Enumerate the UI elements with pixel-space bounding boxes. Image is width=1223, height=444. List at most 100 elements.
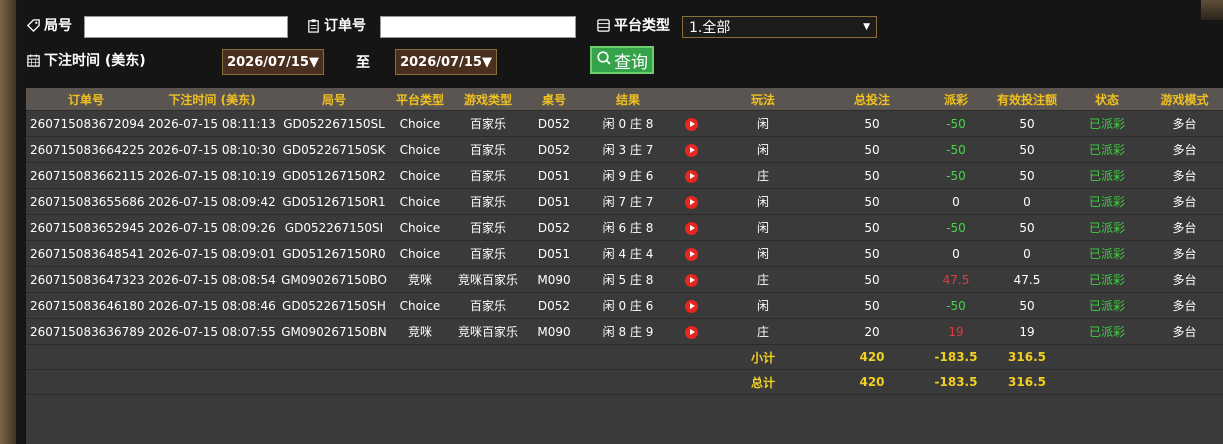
play-type-cell: 庄	[708, 318, 818, 345]
table-number-cell: D052	[526, 110, 582, 137]
dropdown-arrow-icon: ▼	[863, 22, 870, 32]
empty-cell	[582, 369, 674, 395]
round-input[interactable]	[84, 16, 288, 38]
game-type-cell: 百家乐	[450, 292, 526, 319]
play-video-icon[interactable]	[684, 273, 698, 287]
table-row[interactable]: 260715083662115 2026-07-15 08:10:19 GD0512…	[26, 162, 1223, 189]
status-cell: 已派彩	[1068, 266, 1146, 293]
payout-cell: 47.5	[926, 266, 986, 293]
order-input[interactable]	[380, 16, 576, 38]
table-row[interactable]: 260715083646180 2026-07-15 08:08:46 GD0522…	[26, 292, 1223, 319]
play-video-icon[interactable]	[684, 117, 698, 131]
game-type-cell: 竞咪百家乐	[450, 266, 526, 293]
status-cell: 已派彩	[1068, 292, 1146, 319]
video-cell	[674, 266, 708, 293]
total-bet-cell: 50	[818, 240, 926, 267]
play-type-cell: 庄	[708, 162, 818, 189]
header-col-result: 结果	[582, 88, 674, 111]
left-frame-gap	[16, 0, 22, 444]
round-number-cell: GD052267150SK	[278, 136, 390, 163]
platform-label-text: 平台类型	[614, 18, 670, 34]
payout-cell: -50	[926, 292, 986, 319]
video-cell	[674, 162, 708, 189]
empty-cell	[450, 344, 526, 370]
table-row[interactable]: 260715083672094 2026-07-15 08:11:13 GD0522…	[26, 110, 1223, 137]
play-video-icon[interactable]	[684, 143, 698, 157]
empty-cell	[26, 369, 146, 395]
round-label-text: 局号	[44, 18, 72, 34]
table-row[interactable]: 260715083648541 2026-07-15 08:09:01 GD0512…	[26, 240, 1223, 267]
date-from-picker[interactable]: 2026/07/15▼	[222, 49, 324, 75]
play-video-icon[interactable]	[684, 169, 698, 183]
table-row[interactable]: 260715083652945 2026-07-15 08:09:26 GD0522…	[26, 214, 1223, 241]
platform-cell: Choice	[390, 214, 450, 241]
game-type-cell: 百家乐	[450, 214, 526, 241]
payout-cell: 0	[926, 188, 986, 215]
round-filter-label: 局号	[26, 15, 72, 35]
play-video-icon[interactable]	[684, 247, 698, 261]
result-cell: 闲 0 庄 6	[582, 292, 674, 319]
game-type-cell: 百家乐	[450, 136, 526, 163]
subtotal-row-total-bet: 420	[818, 344, 926, 370]
video-cell	[674, 188, 708, 215]
empty-cell	[582, 344, 674, 370]
game-mode-cell: 多台	[1146, 292, 1223, 319]
database-icon	[596, 18, 611, 33]
empty-cell	[390, 344, 450, 370]
table-row[interactable]: 260715083655686 2026-07-15 08:09:42 GD0512…	[26, 188, 1223, 215]
bet-time-cell: 2026-07-15 08:10:19	[146, 162, 278, 189]
header-col-status: 状态	[1068, 88, 1146, 111]
query-button[interactable]: 查询	[590, 46, 654, 74]
platform-cell: Choice	[390, 110, 450, 137]
play-type-cell: 闲	[708, 292, 818, 319]
header-col-table-no: 桌号	[526, 88, 582, 111]
video-cell	[674, 214, 708, 241]
round-number-cell: GD051267150R1	[278, 188, 390, 215]
table-number-cell: M090	[526, 266, 582, 293]
table-row[interactable]: 260715083647323 2026-07-15 08:08:54 GM0902…	[26, 266, 1223, 293]
play-video-icon[interactable]	[684, 221, 698, 235]
empty-cell	[1068, 369, 1146, 395]
valid-bet-cell: 19	[986, 318, 1068, 345]
platform-cell: 竞咪	[390, 266, 450, 293]
order-number-cell: 260715083672094	[26, 110, 146, 137]
search-icon	[596, 50, 612, 71]
video-cell	[674, 240, 708, 267]
empty-cell	[1146, 369, 1223, 395]
game-mode-cell: 多台	[1146, 110, 1223, 137]
play-video-icon[interactable]	[684, 299, 698, 313]
order-label-text: 订单号	[324, 18, 366, 34]
header-col-bet-time: 下注时间 (美东)	[146, 88, 278, 111]
play-video-icon[interactable]	[684, 195, 698, 209]
total-bet-cell: 50	[818, 214, 926, 241]
order-number-cell: 260715083646180	[26, 292, 146, 319]
platform-cell: Choice	[390, 162, 450, 189]
empty-cell	[1068, 344, 1146, 370]
total-bet-cell: 50	[818, 266, 926, 293]
play-type-cell: 闲	[708, 136, 818, 163]
result-cell: 闲 3 庄 7	[582, 136, 674, 163]
status-cell: 已派彩	[1068, 214, 1146, 241]
round-number-cell: GM090267150BN	[278, 318, 390, 345]
bet-time-cell: 2026-07-15 08:10:30	[146, 136, 278, 163]
play-type-cell: 闲	[708, 110, 818, 137]
video-cell	[674, 136, 708, 163]
table-row[interactable]: 260715083636789 2026-07-15 08:07:55 GM0902…	[26, 318, 1223, 345]
date-to-picker[interactable]: 2026/07/15▼	[395, 49, 497, 75]
game-mode-cell: 多台	[1146, 266, 1223, 293]
empty-cell	[26, 344, 146, 370]
payout-cell: -50	[926, 214, 986, 241]
query-button-label: 查询	[614, 52, 648, 73]
play-video-icon[interactable]	[684, 325, 698, 339]
total-row-total-bet: 420	[818, 369, 926, 395]
table-row[interactable]: 260715083664225 2026-07-15 08:10:30 GD0522…	[26, 136, 1223, 163]
subtotal-row-valid-bet: 316.5	[986, 344, 1068, 370]
table-number-cell: D051	[526, 240, 582, 267]
round-number-cell: GM090267150BO	[278, 266, 390, 293]
result-cell: 闲 4 庄 4	[582, 240, 674, 267]
empty-cell	[450, 369, 526, 395]
game-mode-cell: 多台	[1146, 188, 1223, 215]
platform-filter-label: 平台类型	[596, 15, 670, 35]
header-col-game-type: 游戏类型	[450, 88, 526, 111]
platform-select[interactable]: 1.全部 ▼	[682, 16, 877, 38]
